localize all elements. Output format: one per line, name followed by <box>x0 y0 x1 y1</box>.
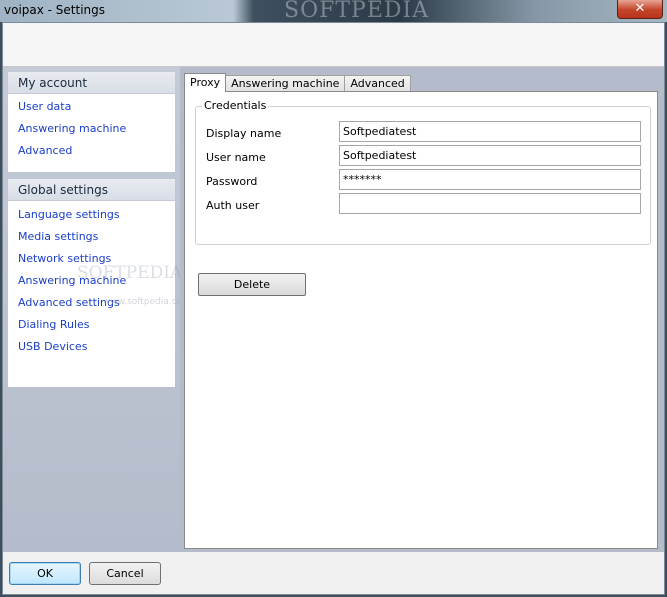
sidebar: My account User data Answering machine A… <box>3 67 191 552</box>
credentials-group: Credentials Display name Softpediatest U… <box>195 99 651 245</box>
password-input[interactable]: ******* <box>339 169 641 190</box>
window-title: voipax - Settings <box>4 3 106 17</box>
user-name-label: User name <box>206 151 266 164</box>
nav-answering-machine[interactable]: Answering machine <box>8 118 175 140</box>
title-bar: voipax - Settings SOFTPEDIA ✕ <box>0 0 667 23</box>
close-icon: ✕ <box>634 1 646 16</box>
display-name-label: Display name <box>206 127 282 140</box>
content-pane: Proxy Answering machine Advanced Credent… <box>180 67 664 552</box>
tab-proxy[interactable]: Proxy <box>184 73 227 92</box>
nav-language-settings[interactable]: Language settings <box>8 204 175 226</box>
my-account-header: My account <box>8 72 175 94</box>
close-button[interactable]: ✕ <box>617 0 663 19</box>
nav-media-settings[interactable]: Media settings <box>8 226 175 248</box>
sidebar-watermark-url: www.softpedia.com <box>103 297 191 307</box>
dialog-footer: OK Cancel <box>3 552 664 594</box>
sidebar-watermark: SOFTPEDIA <box>77 263 183 283</box>
my-account-section: My account User data Answering machine A… <box>8 72 175 172</box>
user-name-input[interactable]: Softpediatest <box>339 145 641 166</box>
password-label: Password <box>206 175 258 188</box>
global-settings-section: Global settings Language settings Media … <box>8 179 175 387</box>
cancel-button[interactable]: Cancel <box>89 562 161 585</box>
auth-user-label: Auth user <box>206 199 260 212</box>
auth-user-input[interactable] <box>339 193 641 214</box>
nav-usb-devices[interactable]: USB Devices <box>8 336 175 358</box>
proxy-panel: Credentials Display name Softpediatest U… <box>184 91 658 549</box>
tab-answering-machine[interactable]: Answering machine <box>225 75 346 92</box>
credentials-legend: Credentials <box>202 99 269 112</box>
toolbar-area <box>3 23 664 67</box>
ok-button[interactable]: OK <box>9 562 81 585</box>
display-name-input[interactable]: Softpediatest <box>339 121 641 142</box>
delete-button[interactable]: Delete <box>198 273 306 296</box>
tab-advanced[interactable]: Advanced <box>344 75 411 92</box>
tab-strip: Proxy Answering machine Advanced <box>184 73 411 92</box>
nav-advanced[interactable]: Advanced <box>8 140 175 162</box>
nav-dialing-rules[interactable]: Dialing Rules <box>8 314 175 336</box>
global-settings-header: Global settings <box>8 179 175 201</box>
nav-user-data[interactable]: User data <box>8 96 175 118</box>
softpedia-watermark: SOFTPEDIA <box>284 0 430 23</box>
settings-window: My account User data Answering machine A… <box>2 22 665 595</box>
